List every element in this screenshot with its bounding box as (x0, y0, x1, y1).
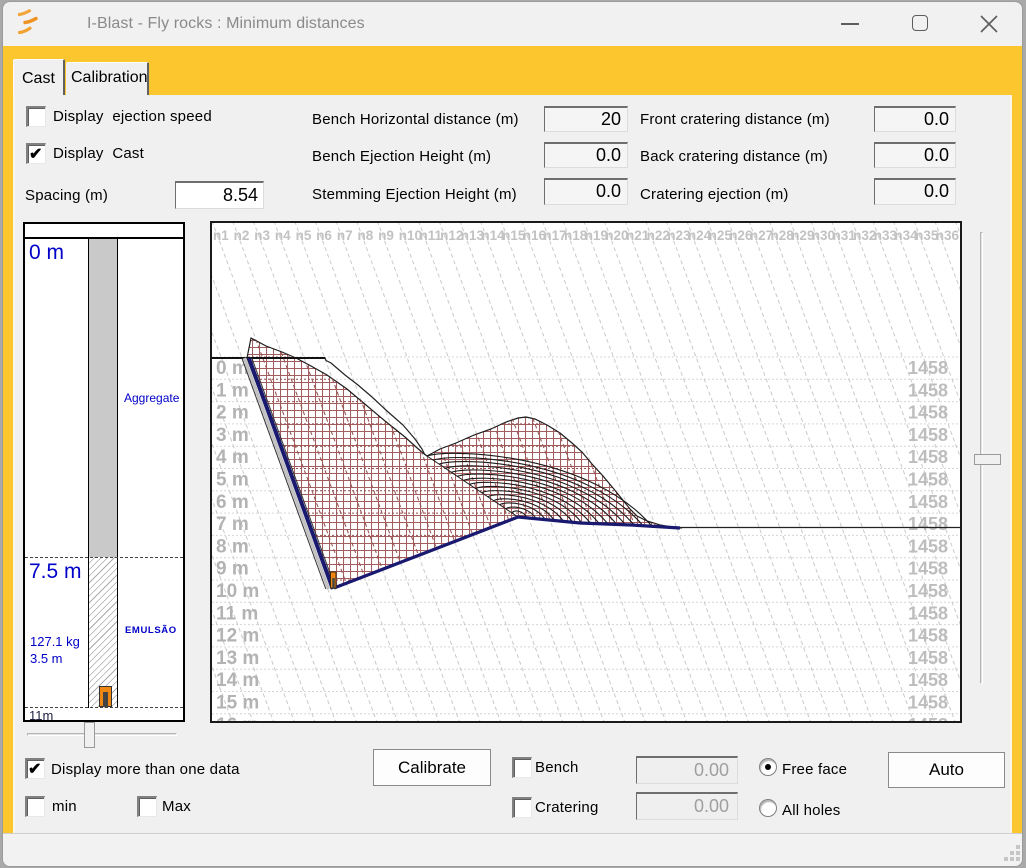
svg-text:n2: n2 (234, 228, 250, 243)
svg-text:4 m: 4 m (216, 447, 249, 468)
svg-text:5 m: 5 m (216, 470, 249, 491)
svg-text:7 m: 7 m (216, 514, 249, 535)
svg-text:6 m: 6 m (216, 492, 249, 513)
svg-text:1458: 1458 (908, 358, 948, 378)
svg-text:15 m: 15 m (216, 693, 259, 714)
svg-text:1 m: 1 m (216, 380, 249, 401)
svg-text:n3: n3 (254, 228, 270, 243)
svg-text:1458: 1458 (908, 425, 948, 445)
svg-text:1458: 1458 (908, 470, 948, 490)
svg-text:2 m: 2 m (216, 403, 249, 424)
svg-text:1458: 1458 (908, 626, 948, 646)
svg-text:14 m: 14 m (216, 670, 259, 691)
svg-text:n8: n8 (358, 228, 374, 243)
svg-text:n11: n11 (420, 228, 443, 243)
svg-text:1458: 1458 (908, 559, 948, 579)
svg-text:9 m: 9 m (216, 559, 249, 580)
svg-text:12 m: 12 m (216, 626, 259, 647)
svg-text:1458: 1458 (908, 536, 948, 556)
svg-text:11 m: 11 m (216, 603, 258, 624)
svg-text:1458: 1458 (908, 447, 948, 467)
svg-text:13 m: 13 m (216, 648, 259, 669)
svg-text:n4: n4 (275, 228, 291, 243)
svg-text:n36: n36 (936, 228, 960, 243)
svg-text:1458: 1458 (908, 603, 948, 623)
svg-text:10 m: 10 m (216, 581, 259, 602)
svg-text:1458: 1458 (908, 670, 948, 690)
svg-text:n1: n1 (213, 228, 229, 243)
svg-text:1458: 1458 (908, 492, 948, 512)
svg-text:n5: n5 (296, 228, 312, 243)
svg-text:n7: n7 (337, 228, 353, 243)
svg-text:1458: 1458 (908, 648, 948, 668)
svg-text:8 m: 8 m (216, 536, 249, 557)
svg-text:1458: 1458 (908, 380, 948, 400)
svg-text:n9: n9 (378, 228, 394, 243)
svg-text:1458: 1458 (908, 514, 948, 534)
svg-text:1458: 1458 (908, 403, 948, 423)
svg-text:1458: 1458 (908, 581, 948, 601)
svg-text:1458: 1458 (908, 693, 948, 713)
svg-text:3 m: 3 m (216, 425, 249, 446)
svg-text:n6: n6 (316, 228, 332, 243)
